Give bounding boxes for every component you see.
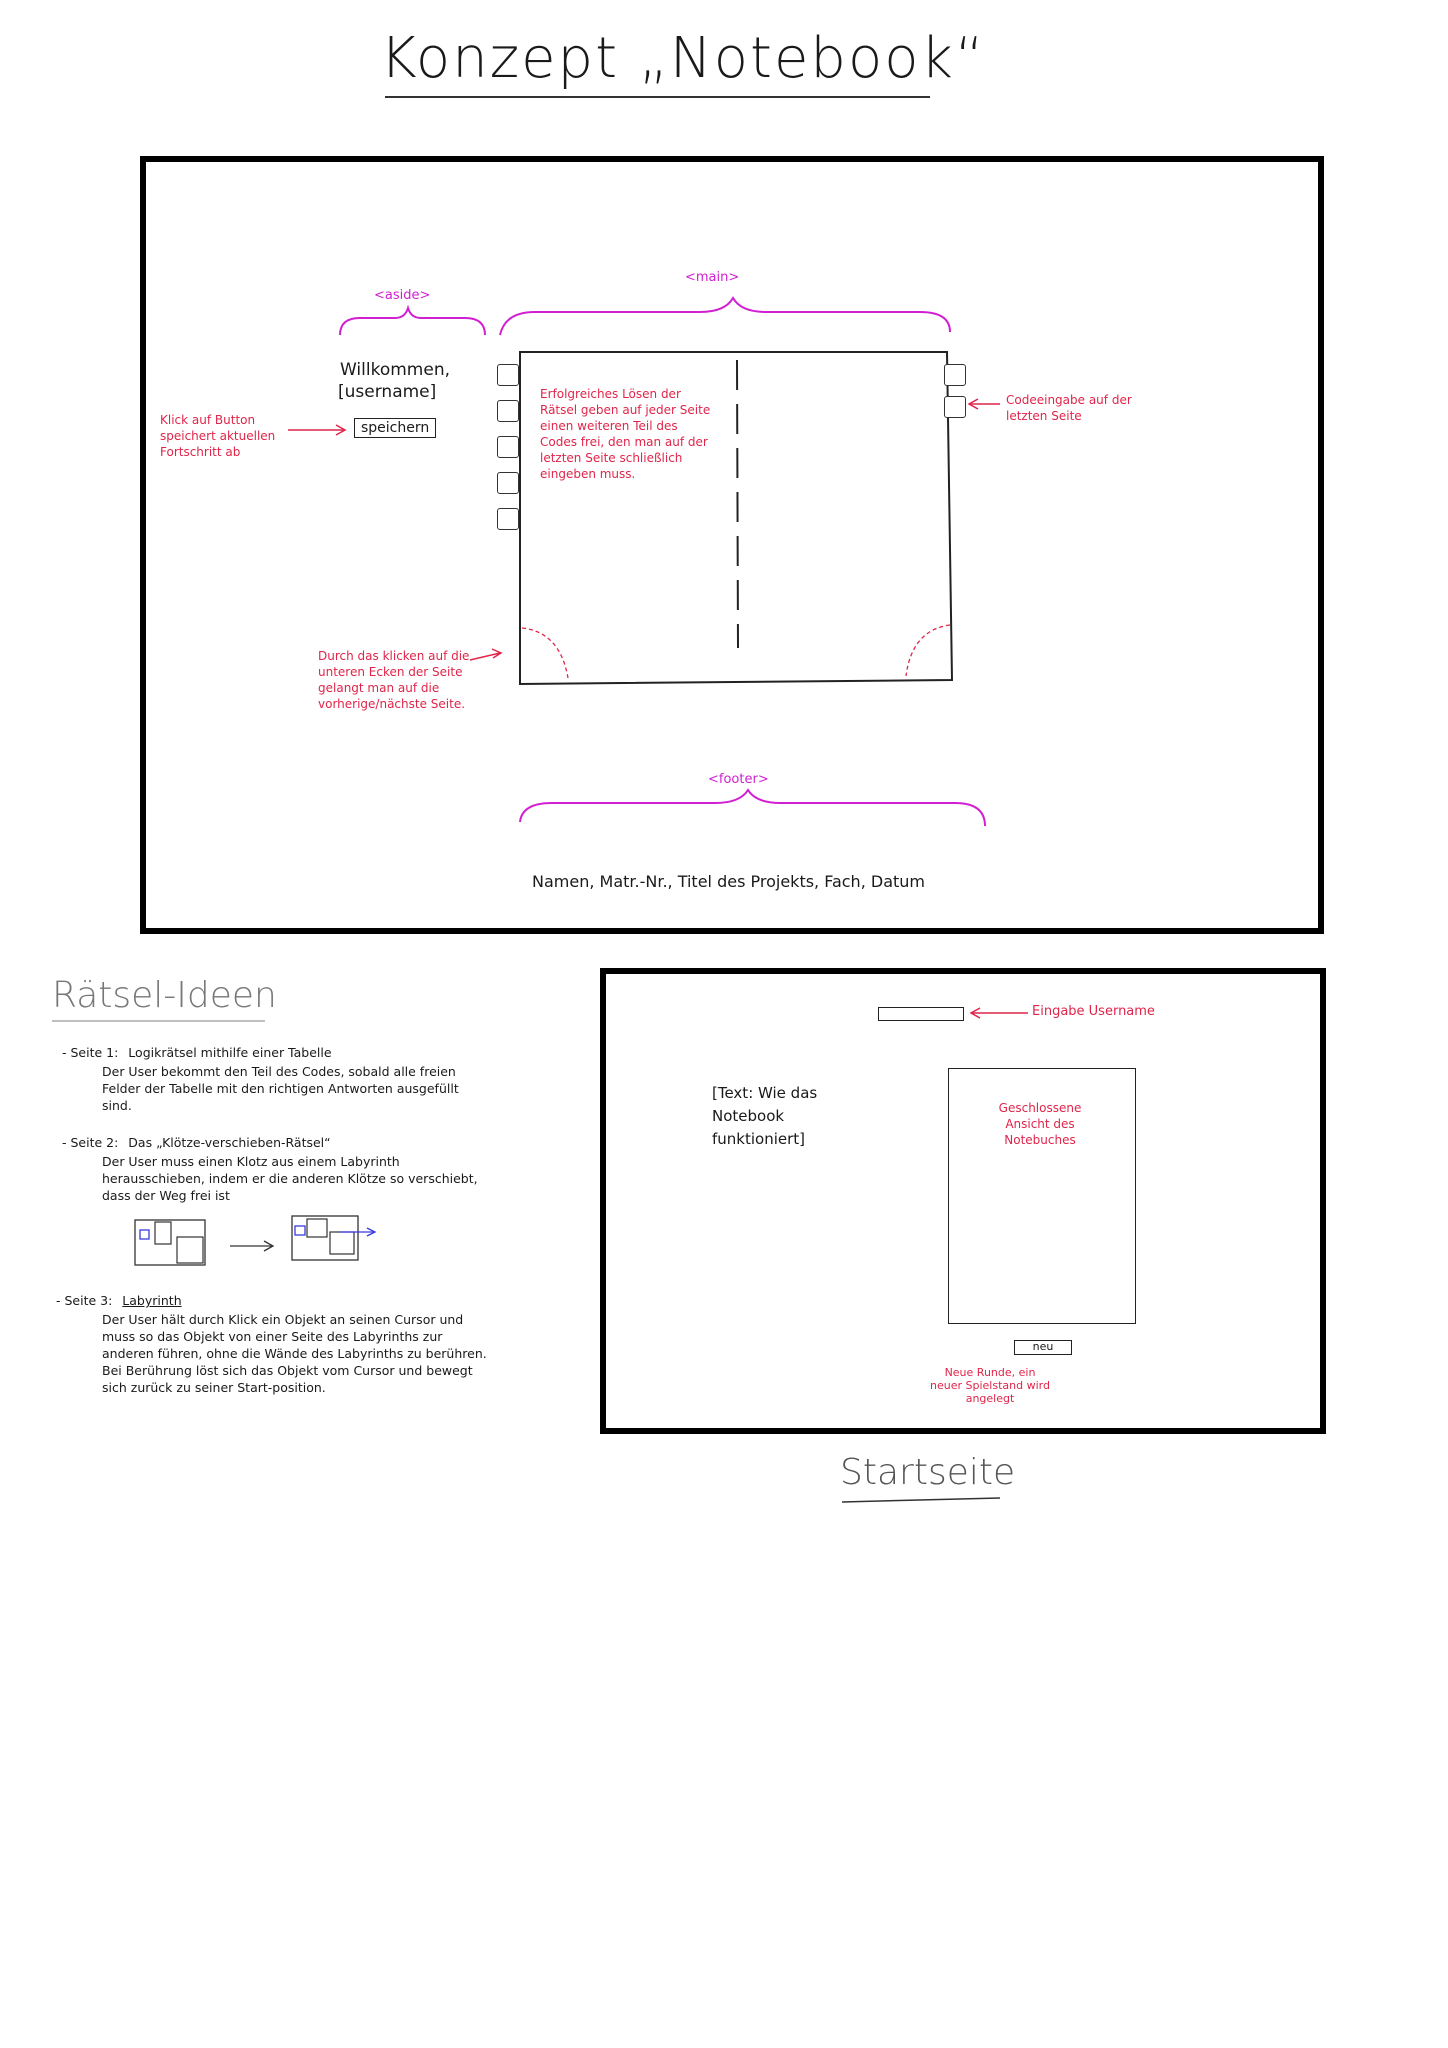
- footer-text: Namen, Matr.-Nr., Titel des Projekts, Fa…: [532, 872, 925, 891]
- welcome-text: Willkommen,: [340, 360, 451, 380]
- idea-2-title: Das „Klötze-verschieben-Rätsel“: [128, 1135, 331, 1150]
- page-tab-left-5[interactable]: [497, 508, 519, 530]
- notebook-spine: [736, 359, 739, 649]
- page-tab-right-1[interactable]: [944, 364, 966, 386]
- main-brace: [499, 295, 951, 336]
- corner-left: [521, 627, 569, 679]
- idea-2-text: Der User muss einen Klotz aus einem Laby…: [102, 1154, 478, 1203]
- save-note: Klick auf Button speichert aktuellen For…: [160, 413, 276, 459]
- footer-brace: [519, 788, 986, 827]
- idea-3: - Seite 3: Labyrinth Der User hält durch…: [56, 1292, 496, 1396]
- startseite-underline: [841, 1497, 1001, 1503]
- ideas-heading: Rätsel-Ideen: [52, 975, 277, 1016]
- input-note: Eingabe Username: [1032, 1004, 1155, 1019]
- idea-3-text: Der User hält durch Klick ein Objekt an …: [102, 1312, 487, 1395]
- idea-1-text: Der User bekommt den Teil des Codes, sob…: [102, 1064, 459, 1113]
- aside-brace: [339, 304, 486, 336]
- corner-right: [905, 624, 951, 677]
- idea-3-label: - Seite 3:: [56, 1293, 113, 1308]
- username-input[interactable]: [878, 1007, 964, 1021]
- corner-note: Durch das klicken auf die unteren Ecken …: [318, 649, 470, 711]
- new-game-note: Neue Runde, ein neuer Spielstand wird an…: [930, 1366, 1050, 1405]
- idea-1-label: - Seite 1:: [62, 1045, 119, 1060]
- page-tab-right-2[interactable]: [944, 396, 966, 418]
- startseite-caption: Startseite: [840, 1452, 1016, 1493]
- closed-view-label: Geschlossene Ansicht des Notebuches: [998, 1101, 1082, 1147]
- code-note: Codeeingabe auf der letzten Seite: [1006, 393, 1132, 423]
- page-tab-left-3[interactable]: [497, 436, 519, 458]
- puzzle-sketch-1: [134, 1219, 206, 1266]
- page-tab-left-2[interactable]: [497, 400, 519, 422]
- puzzle-note: Erfolgreiches Lösen der Rätsel geben auf…: [540, 387, 711, 481]
- idea-3-title: Labyrinth: [122, 1293, 182, 1308]
- save-button[interactable]: speichern: [354, 418, 437, 438]
- idea-2-label: - Seite 2:: [62, 1135, 119, 1150]
- page-tab-left-1[interactable]: [497, 364, 519, 386]
- idea-2: - Seite 2: Das „Klötze-verschieben-Rätse…: [62, 1134, 482, 1204]
- username-text: [username]: [338, 382, 437, 402]
- new-game-button[interactable]: neu: [1014, 1340, 1072, 1355]
- idea-1: - Seite 1: Logikrätsel mithilfe einer Ta…: [62, 1044, 482, 1114]
- how-it-works-text: [Text: Wie das Notebook funktioniert]: [712, 1084, 818, 1148]
- idea-1-title: Logikrätsel mithilfe einer Tabelle: [128, 1045, 332, 1060]
- page-tab-left-4[interactable]: [497, 472, 519, 494]
